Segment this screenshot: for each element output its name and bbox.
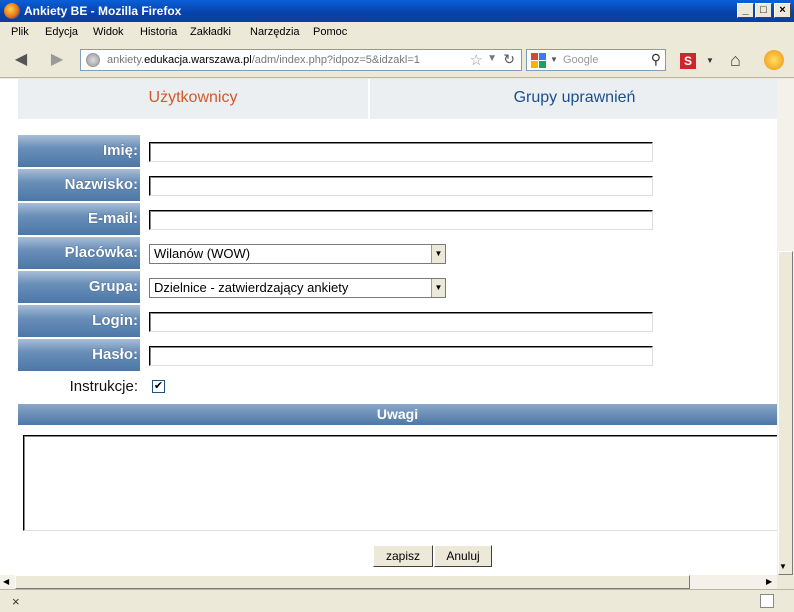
reload-icon[interactable]: ↻ (503, 51, 515, 68)
haslo-label: Hasło: (18, 339, 140, 371)
status-addon-icon[interactable] (760, 594, 774, 608)
vertical-scroll-thumb[interactable] (778, 251, 793, 575)
page-content: Użytkownicy Grupy uprawnień Imię: Nazwis… (0, 79, 777, 575)
chevron-down-icon[interactable]: ▼ (706, 56, 714, 65)
grupa-label: Grupa: (18, 271, 140, 303)
google-logo-icon (531, 53, 547, 69)
chevron-down-icon[interactable]: ▼ (550, 55, 558, 64)
tab-users[interactable]: Użytkownicy (18, 79, 370, 119)
menu-plik[interactable]: Plik (11, 26, 29, 38)
globe-icon (86, 53, 100, 67)
form-row-login: Login: (18, 305, 777, 337)
scroll-right-arrow-icon[interactable]: ▶ (766, 577, 772, 586)
url-text: ankiety.edukacja.warszawa.pl/adm/index.p… (107, 54, 420, 66)
horizontal-scroll-thumb[interactable] (15, 575, 690, 589)
menu-narzedzia[interactable]: Narzędzia (250, 26, 300, 38)
password-field[interactable] (149, 346, 653, 366)
maximize-button[interactable]: □ (755, 3, 772, 18)
imie-label: Imię: (18, 135, 140, 167)
window-title: Ankiety BE - Mozilla Firefox (24, 4, 182, 18)
form-row-grupa: Grupa: Dzielnice - zatwierdzający ankiet… (18, 271, 777, 303)
menu-widok[interactable]: Widok (93, 26, 124, 38)
magnifier-icon[interactable]: ⚲ (651, 51, 661, 68)
email-label: E-mail: (18, 203, 140, 235)
form-row-haslo: Hasło: (18, 339, 777, 371)
form-row-email: E-mail: (18, 203, 777, 235)
placowka-select[interactable]: Wilanów (WOW) ▼ (149, 244, 446, 264)
login-label: Login: (18, 305, 140, 337)
login-field[interactable] (149, 312, 653, 332)
window-title-bar: Ankiety BE - Mozilla Firefox _ □ × (0, 0, 794, 22)
horizontal-scrollbar[interactable]: ◀ ▶ (0, 575, 777, 589)
email-field[interactable] (149, 210, 653, 230)
forward-arrow-icon[interactable]: ▶ (46, 50, 68, 70)
form-row-placowka: Placówka: Wilanów (WOW) ▼ (18, 237, 777, 269)
menu-pomoc[interactable]: Pomoc (313, 26, 347, 38)
nazwisko-field[interactable] (149, 176, 653, 196)
chevron-down-icon[interactable]: ▼ (487, 53, 497, 64)
tab-bar: Użytkownicy Grupy uprawnień (18, 79, 777, 119)
navigation-toolbar: ◀ ▶ ankiety.edukacja.warszawa.pl/adm/ind… (0, 42, 794, 78)
form-row-imie: Imię: (18, 135, 777, 167)
instrukcje-label: Instrukcje: (69, 378, 138, 395)
tab-permission-groups[interactable]: Grupy uprawnień (372, 79, 777, 119)
address-bar[interactable]: ankiety.edukacja.warszawa.pl/adm/index.p… (80, 49, 522, 71)
vertical-scrollbar[interactable]: ▼ (777, 79, 794, 575)
cancel-button[interactable]: Anuluj (434, 545, 492, 567)
close-icon[interactable]: × (12, 594, 20, 609)
grupa-value: Dzielnice - zatwierdzający ankiety (154, 280, 349, 295)
status-bar: × (0, 589, 794, 612)
minimize-button[interactable]: _ (737, 3, 754, 18)
form-row-instrukcje: Instrukcje: ✔ (18, 371, 777, 403)
menu-historia[interactable]: Historia (140, 26, 177, 38)
placowka-value: Wilanów (WOW) (154, 246, 251, 261)
menu-edycja[interactable]: Edycja (45, 26, 78, 38)
scroll-left-arrow-icon[interactable]: ◀ (3, 577, 9, 586)
s-addon-button[interactable]: S (680, 53, 696, 69)
close-window-button[interactable]: × (774, 3, 791, 18)
firefox-logo-icon (4, 3, 20, 19)
search-placeholder: Google (563, 54, 599, 66)
scroll-down-arrow-icon[interactable]: ▼ (779, 562, 787, 571)
grupa-select[interactable]: Dzielnice - zatwierdzający ankiety ▼ (149, 278, 446, 298)
scroll-corner (777, 575, 794, 589)
save-button[interactable]: zapisz (373, 545, 433, 567)
menu-zakladki[interactable]: Zakładki (190, 26, 231, 38)
addon-icon[interactable] (764, 50, 784, 70)
form-row-nazwisko: Nazwisko: (18, 169, 777, 201)
placowka-label: Placówka: (18, 237, 140, 269)
chevron-down-icon[interactable]: ▼ (431, 279, 445, 297)
menu-bar: Plik Edycja Widok Historia Zakładki Narz… (0, 22, 794, 42)
search-input[interactable]: ▼ Google ⚲ (526, 49, 666, 71)
uwagi-header: Uwagi (18, 404, 777, 425)
instrukcje-checkbox[interactable]: ✔ (152, 380, 165, 393)
back-arrow-icon[interactable]: ◀ (10, 50, 32, 70)
nazwisko-label: Nazwisko: (18, 169, 140, 201)
uwagi-textarea[interactable] (23, 435, 777, 531)
imie-field[interactable] (149, 142, 653, 162)
home-icon[interactable]: ⌂ (730, 50, 741, 71)
bookmark-star-icon[interactable]: ☆ (470, 51, 483, 69)
chevron-down-icon[interactable]: ▼ (431, 245, 445, 263)
